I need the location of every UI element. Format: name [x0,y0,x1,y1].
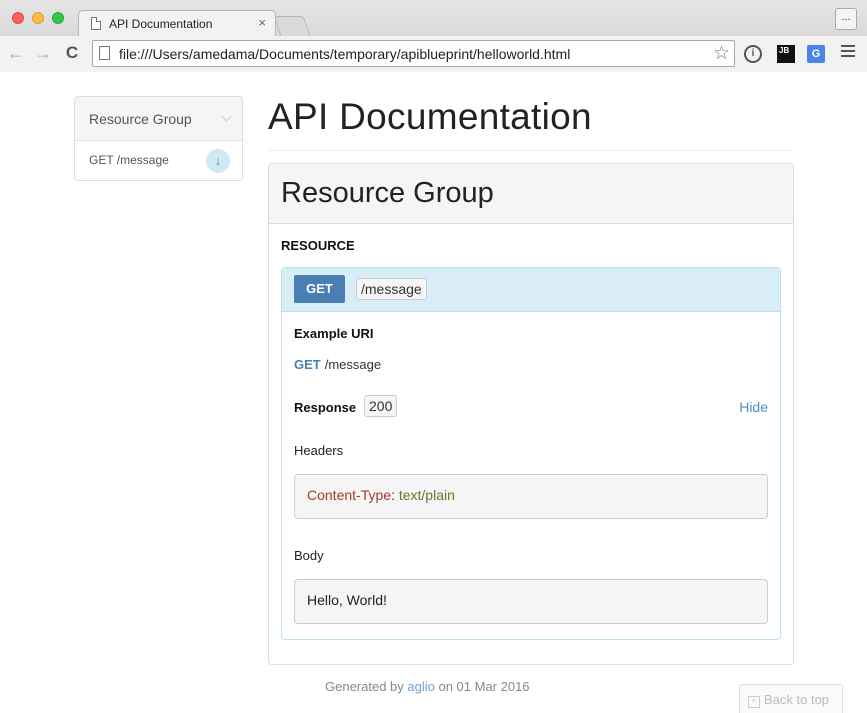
back-arrow-icon[interactable]: ← [6,44,26,64]
close-window-button[interactable] [12,12,24,24]
hamburger-menu-icon[interactable] [841,45,855,63]
sidebar-group-label: Resource Group [89,111,192,127]
tab-title: API Documentation [109,17,213,31]
back-to-top-label: Back to top [764,692,830,707]
arrow-up-icon: ^ [748,696,760,708]
example-uri-method: GET [294,357,321,372]
action-panel: GET /message Example URI GET/message Res… [281,267,781,640]
action-header: GET /message [282,268,780,312]
footer-suffix: on 01 Mar 2016 [434,679,530,694]
example-uri: GET/message [294,357,381,372]
minimize-window-button[interactable] [32,12,44,24]
jetbrains-icon[interactable]: JB [777,45,795,63]
body-code-block: Hello, World! [294,579,768,624]
action-uri: /message [356,278,427,300]
resource-heading: RESOURCE [281,238,355,253]
tab-close-icon[interactable]: × [258,15,266,30]
title-divider [268,150,794,151]
browser-tab-active[interactable]: API Documentation × [78,10,276,37]
back-to-top-button[interactable]: ^ Back to top [739,684,843,713]
new-tab-button[interactable] [273,16,311,36]
page-content: Resource Group GET /message ↓ API Docume… [0,73,867,713]
page-icon [99,46,110,60]
body-heading: Body [294,548,324,563]
resource-group-title: Resource Group [281,177,494,209]
browser-chrome: API Documentation × ... ← → C file:///Us… [0,0,867,72]
method-badge: GET [294,275,345,303]
address-url[interactable]: file:///Users/amedama/Documents/temporar… [119,46,570,62]
forward-arrow-icon[interactable]: → [33,44,53,64]
header-key: Content-Type [307,487,392,503]
maximize-window-button[interactable] [52,12,64,24]
resource-group-panel: Resource Group RESOURCE GET /message Exa… [268,163,794,665]
page-footer: Generated by aglio on 01 Mar 2016 [325,679,530,694]
header-separator: : [391,487,399,503]
address-bar[interactable]: file:///Users/amedama/Documents/temporar… [92,40,735,67]
resource-group-header: Resource Group [269,164,793,224]
reload-icon[interactable]: C [62,44,82,64]
page-title: API Documentation [268,96,592,137]
google-translate-icon[interactable]: G [807,45,825,63]
sidebar-nav: Resource Group GET /message ↓ [74,96,243,181]
aglio-link[interactable]: aglio [407,679,434,694]
headers-heading: Headers [294,443,344,458]
chevron-down-icon[interactable] [221,111,232,122]
example-uri-path: /message [324,357,382,372]
browser-toolbar: ← → C file:///Users/amedama/Documents/te… [0,36,867,72]
hide-response-link[interactable]: Hide [739,399,768,415]
sidebar-item-label: GET /message [89,153,169,167]
info-icon[interactable]: i [744,45,762,63]
example-uri-heading: Example URI [294,326,374,341]
header-value: text/plain [398,487,455,503]
arrow-down-icon[interactable]: ↓ [206,149,230,173]
extensions-overflow-button[interactable]: ... [835,8,857,30]
headers-code-block: Content-Type: text/plain [294,474,768,519]
document-icon [91,17,101,30]
tab-strip: API Documentation × ... [0,0,867,37]
sidebar-item-get-message[interactable]: GET /message ↓ [75,141,242,180]
sidebar-group-header[interactable]: Resource Group [75,97,242,141]
status-code-badge: 200 [364,395,398,417]
star-icon[interactable]: ☆ [713,42,730,65]
footer-prefix: Generated by [325,679,408,694]
response-heading: Response [294,400,357,415]
